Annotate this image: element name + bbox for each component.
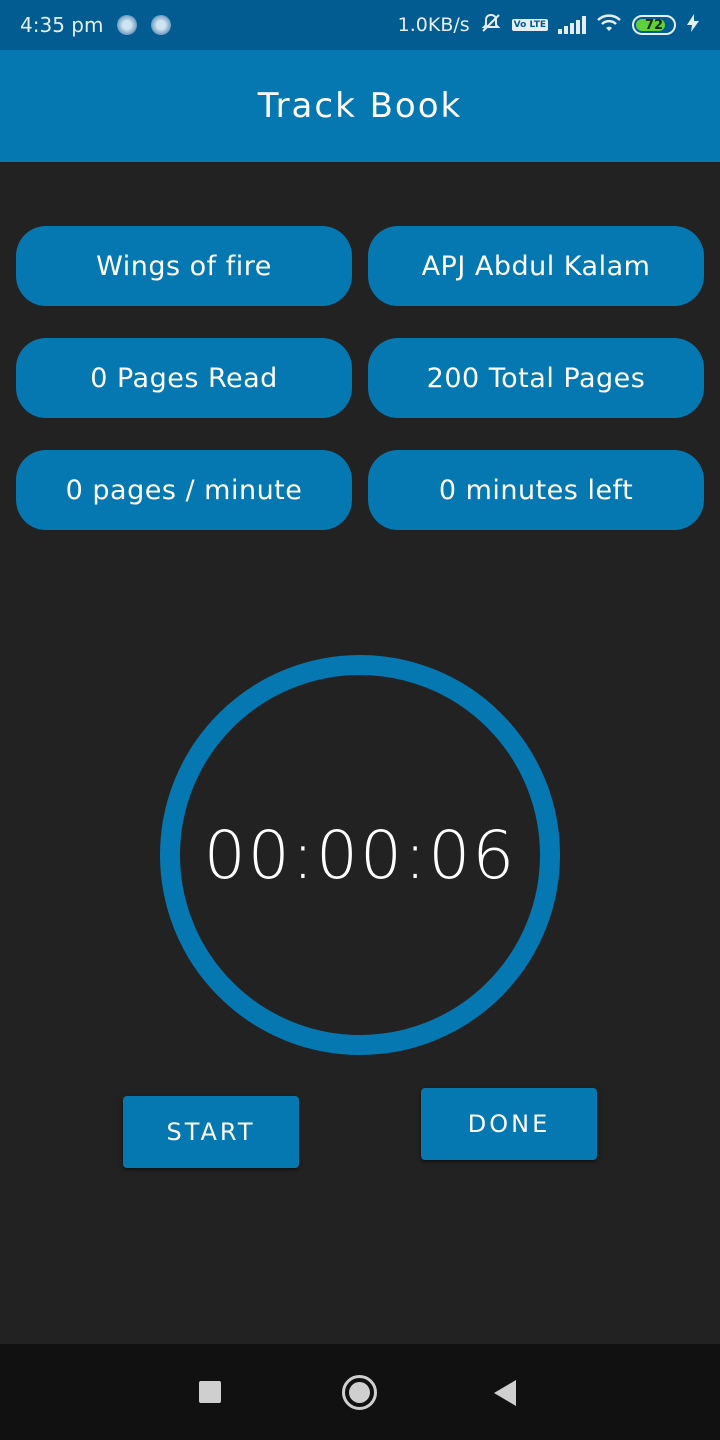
- timer-ring: 00:00:06: [160, 655, 560, 1055]
- status-bar: 4:35 pm 1.0KB/s Vo LTE 72: [0, 0, 720, 50]
- page-title: Track Book: [257, 86, 463, 126]
- wifi-icon: [596, 13, 622, 38]
- done-button[interactable]: DONE: [421, 1088, 597, 1160]
- start-button[interactable]: START: [123, 1096, 299, 1168]
- mute-icon: [480, 12, 502, 39]
- timer-display: 00:00:06: [203, 816, 517, 894]
- total-pages-pill[interactable]: 200 Total Pages: [368, 338, 704, 418]
- home-icon[interactable]: [342, 1375, 377, 1410]
- status-left: 4:35 pm: [20, 13, 172, 37]
- battery-icon: 72: [632, 15, 676, 35]
- pages-read-pill[interactable]: 0 Pages Read: [16, 338, 352, 418]
- volte-icon: Vo LTE: [511, 19, 548, 31]
- signal-icon: [558, 16, 586, 34]
- network-speed: 1.0KB/s: [397, 14, 470, 36]
- status-right: 1.0KB/s Vo LTE 72: [398, 12, 700, 39]
- sync-icon: [117, 15, 138, 35]
- book-title-pill[interactable]: Wings of fire: [16, 226, 352, 306]
- navigation-bar: [0, 1344, 720, 1440]
- charging-icon: [686, 13, 700, 38]
- sync-icon: [151, 15, 172, 35]
- battery-level: 72: [644, 17, 664, 33]
- time-left-pill[interactable]: 0 minutes left: [368, 450, 704, 530]
- status-time: 4:35 pm: [20, 13, 104, 37]
- back-icon[interactable]: [494, 1380, 516, 1406]
- app-bar: Track Book: [0, 50, 720, 162]
- author-pill[interactable]: APJ Abdul Kalam: [368, 226, 704, 306]
- recents-icon[interactable]: [199, 1381, 221, 1403]
- reading-speed-pill[interactable]: 0 pages / minute: [16, 450, 352, 530]
